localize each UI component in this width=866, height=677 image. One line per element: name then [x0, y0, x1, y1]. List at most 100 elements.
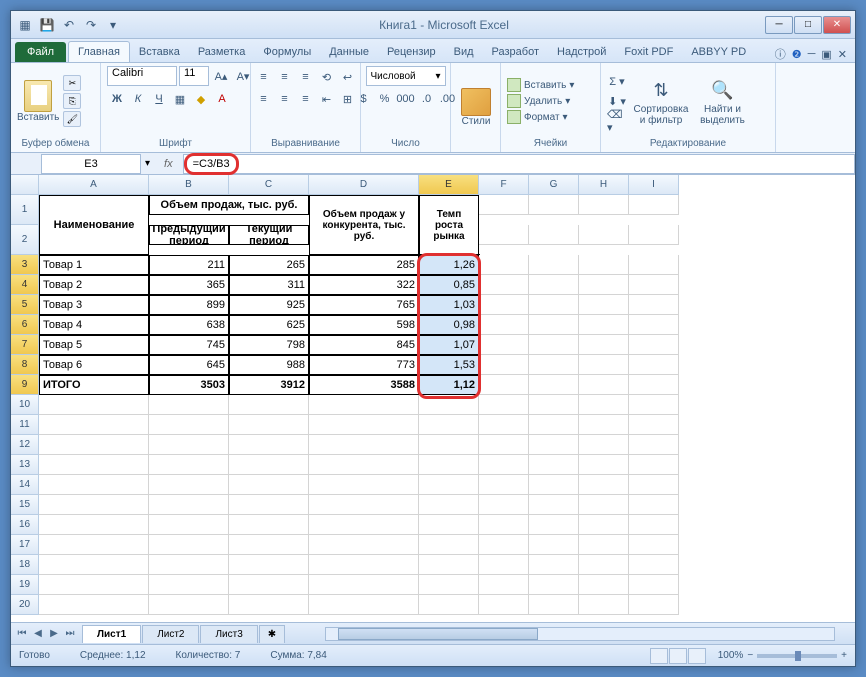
cell-empty[interactable] — [419, 475, 479, 495]
col-header-G[interactable]: G — [529, 175, 579, 195]
delete-cells-button[interactable]: Удалить ▾ — [507, 94, 574, 108]
save-icon[interactable]: 💾 — [37, 15, 57, 35]
indent-dec-icon[interactable]: ⇤ — [317, 90, 337, 108]
row-header-1[interactable]: 1 — [11, 195, 39, 225]
help-icon[interactable]: ❷ — [792, 48, 802, 61]
cell-E3[interactable]: 1,26 — [419, 255, 479, 275]
grow-font-icon[interactable]: A▴ — [211, 67, 231, 85]
sheet-next-icon[interactable]: ▶ — [47, 628, 61, 639]
cell-empty[interactable] — [229, 415, 309, 435]
cell-empty[interactable] — [479, 555, 529, 575]
cell-empty[interactable] — [309, 555, 419, 575]
cell-empty[interactable] — [629, 335, 679, 355]
sheet-tab-1[interactable]: Лист1 — [82, 625, 141, 643]
col-header-B[interactable]: B — [149, 175, 229, 195]
col-header-I[interactable]: I — [629, 175, 679, 195]
cell-empty[interactable] — [629, 575, 679, 595]
new-sheet-icon[interactable]: ✱ — [259, 625, 285, 643]
cell-empty[interactable] — [579, 195, 629, 215]
row-header-3[interactable]: 3 — [11, 255, 39, 275]
cell-empty[interactable] — [149, 495, 229, 515]
cell-empty[interactable] — [529, 475, 579, 495]
cell-empty[interactable] — [149, 555, 229, 575]
cell-empty[interactable] — [529, 335, 579, 355]
cell-empty[interactable] — [629, 475, 679, 495]
cell-empty[interactable] — [39, 415, 149, 435]
align-left-icon[interactable]: ≡ — [254, 90, 274, 108]
cell-E9[interactable]: 1,12 — [419, 375, 479, 395]
cell-empty[interactable] — [629, 595, 679, 615]
row-header-12[interactable]: 12 — [11, 435, 39, 455]
cell-empty[interactable] — [579, 475, 629, 495]
cell-empty[interactable] — [149, 475, 229, 495]
tab-formulas[interactable]: Формулы — [254, 42, 320, 62]
cell-empty[interactable] — [579, 375, 629, 395]
cell-empty[interactable] — [579, 395, 629, 415]
cell-empty[interactable] — [39, 595, 149, 615]
cell-empty[interactable] — [529, 355, 579, 375]
cell-empty[interactable] — [579, 435, 629, 455]
row-header-10[interactable]: 10 — [11, 395, 39, 415]
row-header-9[interactable]: 9 — [11, 375, 39, 395]
sheet-prev-icon[interactable]: ◀ — [31, 628, 45, 639]
underline-button[interactable]: Ч — [149, 90, 169, 108]
cell-empty[interactable] — [479, 475, 529, 495]
cell-C7[interactable]: 798 — [229, 335, 309, 355]
cell-empty[interactable] — [629, 355, 679, 375]
row-header-11[interactable]: 11 — [11, 415, 39, 435]
cell-empty[interactable] — [579, 225, 629, 245]
cell-E7[interactable]: 1,07 — [419, 335, 479, 355]
name-box[interactable] — [41, 154, 141, 174]
cell-C5[interactable]: 925 — [229, 295, 309, 315]
cell-A7[interactable]: Товар 5 — [39, 335, 149, 355]
cell-A3[interactable]: Товар 1 — [39, 255, 149, 275]
cell-empty[interactable] — [419, 575, 479, 595]
cell-empty[interactable] — [229, 455, 309, 475]
ribbon-restore-icon[interactable]: ▣ — [821, 48, 831, 61]
cell-D2[interactable]: Объем продаж у конкурента, тыс. руб. — [309, 195, 419, 255]
tab-review[interactable]: Рецензир — [378, 42, 445, 62]
cell-empty[interactable] — [229, 595, 309, 615]
cell-empty[interactable] — [479, 395, 529, 415]
cell-empty[interactable] — [39, 515, 149, 535]
cell-B7[interactable]: 745 — [149, 335, 229, 355]
format-painter-icon[interactable]: 🖌 — [63, 111, 81, 127]
cell-B9[interactable]: 3503 — [149, 375, 229, 395]
cell-empty[interactable] — [309, 475, 419, 495]
cell-empty[interactable] — [579, 455, 629, 475]
cell-empty[interactable] — [149, 515, 229, 535]
cell-empty[interactable] — [149, 575, 229, 595]
close-button[interactable]: ✕ — [823, 16, 851, 34]
cell-E8[interactable]: 1,53 — [419, 355, 479, 375]
cell-empty[interactable] — [529, 275, 579, 295]
align-middle-icon[interactable]: ≡ — [275, 68, 295, 86]
zoom-knob[interactable] — [795, 651, 801, 661]
cell-empty[interactable] — [629, 415, 679, 435]
cell-empty[interactable] — [149, 415, 229, 435]
number-format-select[interactable]: Числовой▾ — [366, 66, 446, 86]
align-center-icon[interactable]: ≡ — [275, 90, 295, 108]
cell-E2[interactable]: Темп роста рынка — [419, 195, 479, 255]
cell-empty[interactable] — [479, 195, 529, 215]
tab-insert[interactable]: Вставка — [130, 42, 189, 62]
qat-dropdown-icon[interactable]: ▾ — [103, 15, 123, 35]
border-icon[interactable]: ▦ — [170, 90, 190, 108]
clear-icon[interactable]: ⌫ ▾ — [607, 112, 627, 130]
cell-A8[interactable]: Товар 6 — [39, 355, 149, 375]
cell-empty[interactable] — [629, 535, 679, 555]
cell-empty[interactable] — [419, 455, 479, 475]
comma-icon[interactable]: 000 — [396, 90, 416, 108]
col-header-D[interactable]: D — [309, 175, 419, 195]
tab-layout[interactable]: Разметка — [189, 42, 255, 62]
cell-A4[interactable]: Товар 2 — [39, 275, 149, 295]
ribbon-min-icon[interactable]: ─ — [808, 48, 816, 60]
cell-empty[interactable] — [479, 575, 529, 595]
cell-empty[interactable] — [629, 315, 679, 335]
cell-E5[interactable]: 1,03 — [419, 295, 479, 315]
cell-C6[interactable]: 625 — [229, 315, 309, 335]
cell-empty[interactable] — [479, 315, 529, 335]
cell-empty[interactable] — [309, 535, 419, 555]
italic-button[interactable]: К — [128, 90, 148, 108]
cell-empty[interactable] — [629, 395, 679, 415]
tab-developer[interactable]: Разработ — [483, 42, 548, 62]
